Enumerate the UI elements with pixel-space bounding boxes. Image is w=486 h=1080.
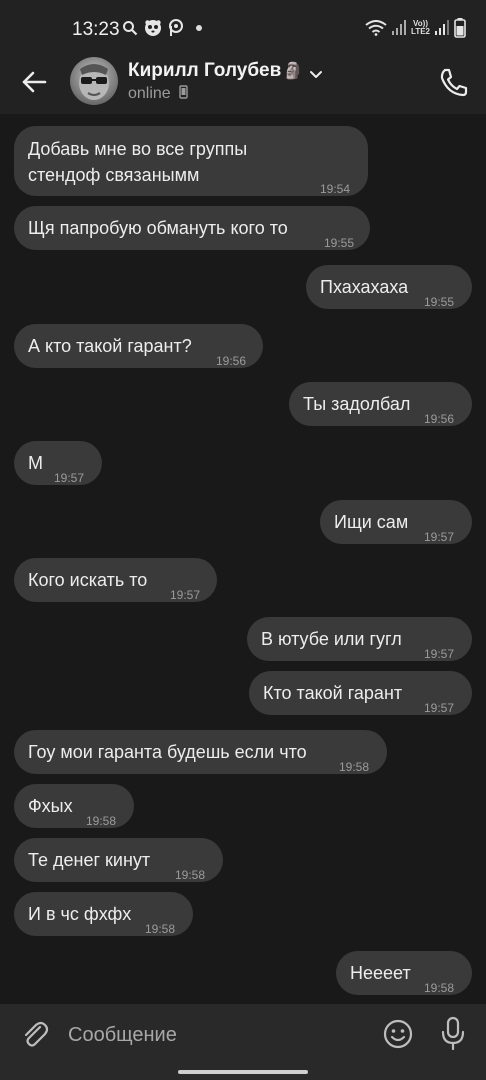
panda-icon	[145, 20, 161, 36]
message-time: 19:58	[86, 814, 117, 828]
signal-icon	[435, 20, 449, 35]
contact-status: online	[128, 85, 188, 103]
status-notification-icons	[122, 19, 202, 37]
incoming-message[interactable]: А кто такой гарант? 19:56	[14, 324, 263, 368]
status-text: online	[128, 85, 171, 102]
message-text: Пхахахаха	[320, 277, 409, 297]
message-text: А кто такой гарант?	[28, 336, 192, 356]
search-icon	[123, 21, 138, 36]
message-time: 19:55	[424, 295, 455, 309]
chat-header: Кирилл Голубев 🗿 online	[0, 52, 486, 114]
incoming-message[interactable]: Щя папробую обмануть кого то 19:55	[14, 206, 370, 250]
message-text: И в чс фхфх	[28, 904, 132, 924]
message-list[interactable]: Добавь мне во все группы стендоф связаны…	[0, 114, 486, 1004]
emoji-icon[interactable]	[382, 1018, 414, 1050]
paperclip-icon[interactable]	[18, 1018, 52, 1052]
status-system-icons: Vo)) LTE2	[365, 18, 466, 38]
message-time: 19:57	[170, 588, 201, 602]
network-type-label: Vo)) LTE2	[411, 19, 430, 36]
wifi-icon	[365, 20, 387, 36]
outgoing-message[interactable]: В ютубе или гугл 19:57	[247, 617, 472, 661]
notification-dot	[196, 25, 202, 31]
outgoing-message[interactable]: Кто такой гарант 19:57	[249, 671, 472, 715]
status-time: 13:23	[72, 19, 120, 40]
moai-emoji: 🗿	[283, 63, 303, 80]
message-time: 19:58	[145, 922, 176, 936]
incoming-message[interactable]: Гоу мои гаранта будешь если что 19:58	[14, 730, 387, 774]
mobile-icon	[179, 85, 188, 99]
message-time: 19:56	[216, 354, 247, 368]
incoming-message[interactable]: И в чс фхфх 19:58	[14, 892, 193, 936]
chevron-down-icon[interactable]	[308, 66, 324, 82]
message-time: 19:55	[324, 236, 355, 250]
message-time: 19:54	[320, 182, 351, 196]
outgoing-message[interactable]: Ищи сам 19:57	[320, 500, 472, 544]
message-text: Ищи сам	[334, 512, 409, 532]
message-text: Ты задолбал	[303, 394, 411, 414]
message-input[interactable]	[68, 1020, 368, 1050]
message-text: Добавь мне во все группы стендоф связаны…	[28, 139, 248, 185]
message-time: 19:57	[54, 471, 85, 485]
incoming-message[interactable]: М 19:57	[14, 441, 102, 485]
incoming-message[interactable]: Фхых 19:58	[14, 784, 134, 828]
phone-icon[interactable]	[430, 62, 474, 102]
status-bar: 13:23 Vo)) LTE2	[0, 0, 486, 52]
avatar-image	[79, 64, 109, 100]
message-time: 19:57	[424, 701, 455, 715]
message-text: В ютубе или гугл	[261, 629, 402, 649]
signal-icon	[392, 20, 407, 35]
outgoing-message[interactable]: Ты задолбал 19:56	[289, 382, 472, 426]
home-indicator[interactable]	[178, 1070, 308, 1074]
contact-name[interactable]: Кирилл Голубев	[128, 60, 281, 82]
message-text: Фхых	[28, 796, 73, 816]
message-text: Кого искать то	[28, 570, 148, 590]
message-time: 19:56	[424, 412, 455, 426]
message-time: 19:58	[424, 981, 455, 995]
incoming-message[interactable]: Кого искать то 19:57	[14, 558, 217, 602]
message-text: Те денег кинут	[28, 850, 151, 870]
microphone-icon[interactable]	[440, 1016, 466, 1052]
back-arrow-icon[interactable]	[18, 66, 50, 98]
parking-icon	[169, 19, 183, 36]
outgoing-message[interactable]: Пхахахаха 19:55	[306, 265, 472, 309]
incoming-message[interactable]: Те денег кинут 19:58	[14, 838, 223, 882]
message-text: М	[28, 453, 43, 473]
message-time: 19:58	[339, 760, 370, 774]
message-time: 19:58	[175, 868, 206, 882]
avatar[interactable]	[70, 57, 118, 105]
message-text: Гоу мои гаранта будешь если что	[28, 742, 307, 762]
message-time: 19:57	[424, 530, 455, 544]
outgoing-message[interactable]: Неееет 19:58	[336, 951, 472, 995]
battery-icon	[454, 18, 466, 38]
message-text: Кто такой гарант	[263, 683, 403, 703]
incoming-message[interactable]: Добавь мне во все группы стендоф связаны…	[14, 126, 368, 196]
message-time: 19:57	[424, 647, 455, 661]
message-text: Щя папробую обмануть кого то	[28, 218, 288, 238]
message-text: Неееет	[350, 963, 411, 983]
composer-bar	[0, 1004, 486, 1080]
